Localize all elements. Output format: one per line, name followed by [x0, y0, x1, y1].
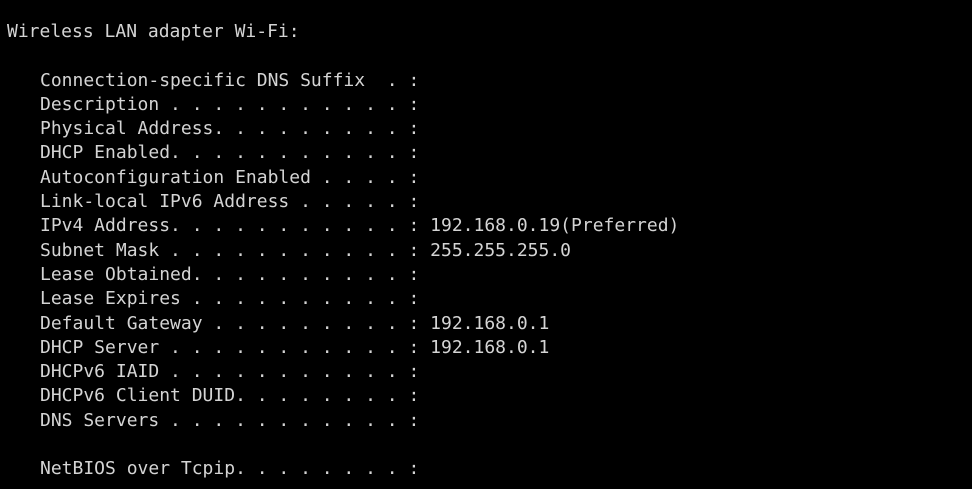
row-subnet-mask: Subnet Mask . . . . . . . . . . . : 255.… — [7, 239, 972, 263]
row-value: 255.255.255.0 — [430, 239, 572, 261]
row-value: 192.168.0.1 — [430, 336, 550, 358]
row-label: Connection-specific DNS Suffix . : — [40, 69, 431, 91]
row-label: Lease Expires . . . . . . . . . . : — [40, 288, 431, 310]
row-dhcp-enabled: DHCP Enabled. . . . . . . . . . . : — [7, 141, 972, 165]
row-physical-address: Physical Address. . . . . . . . . : — [7, 117, 972, 141]
row-lease-obtained: Lease Obtained. . . . . . . . . . : — [7, 263, 972, 287]
row-link-local-ipv6: Link-local IPv6 Address . . . . . : — [7, 190, 972, 214]
row-label: DHCPv6 IAID . . . . . . . . . . . : — [40, 361, 431, 383]
row-value: 192.168.0.19(Preferred) — [430, 215, 680, 237]
row-label: DHCP Server . . . . . . . . . . . : — [40, 336, 431, 358]
row-dhcpv6-client-duid: DHCPv6 Client DUID. . . . . . . . : — [7, 384, 972, 408]
terminal-output[interactable]: Wireless LAN adapter Wi-Fi: Connection-s… — [0, 0, 972, 489]
row-value: 192.168.0.1 — [430, 312, 550, 334]
row-label: NetBIOS over Tcpip. . . . . . . . : — [40, 458, 431, 480]
row-autoconfiguration: Autoconfiguration Enabled . . . . : — [7, 166, 972, 190]
row-dns-servers: DNS Servers . . . . . . . . . . . : — [7, 409, 972, 433]
row-label: Description . . . . . . . . . . . : — [40, 93, 431, 115]
row-lease-expires: Lease Expires . . . . . . . . . . : — [7, 287, 972, 311]
row-label: Lease Obtained. . . . . . . . . . : — [40, 263, 431, 285]
row-label: DHCP Enabled. . . . . . . . . . . : — [40, 142, 431, 164]
row-dhcp-server: DHCP Server . . . . . . . . . . . : 192.… — [7, 336, 972, 360]
row-description: Description . . . . . . . . . . . : — [7, 93, 972, 117]
row-label: Autoconfiguration Enabled . . . . : — [40, 166, 431, 188]
row-dhcpv6-iaid: DHCPv6 IAID . . . . . . . . . . . : — [7, 360, 972, 384]
row-label: Default Gateway . . . . . . . . . : — [40, 312, 431, 334]
adapter-heading: Wireless LAN adapter Wi-Fi: — [7, 21, 300, 42]
row-label: IPv4 Address. . . . . . . . . . . : — [40, 215, 431, 237]
row-label: Physical Address. . . . . . . . . : — [40, 118, 431, 140]
row-default-gateway: Default Gateway . . . . . . . . . : 192.… — [7, 312, 972, 336]
row-label: DHCPv6 Client DUID. . . . . . . . : — [40, 385, 431, 407]
row-netbios-over-tcpip: NetBIOS over Tcpip. . . . . . . . : — [7, 457, 972, 481]
row-ipv4-address: IPv4 Address. . . . . . . . . . . : 192.… — [7, 214, 972, 238]
row-label: Link-local IPv6 Address . . . . . : — [40, 191, 431, 213]
row-dns-suffix: Connection-specific DNS Suffix . : — [7, 69, 972, 93]
row-label: DNS Servers . . . . . . . . . . . : — [40, 409, 431, 431]
row-label: Subnet Mask . . . . . . . . . . . : — [40, 239, 431, 261]
